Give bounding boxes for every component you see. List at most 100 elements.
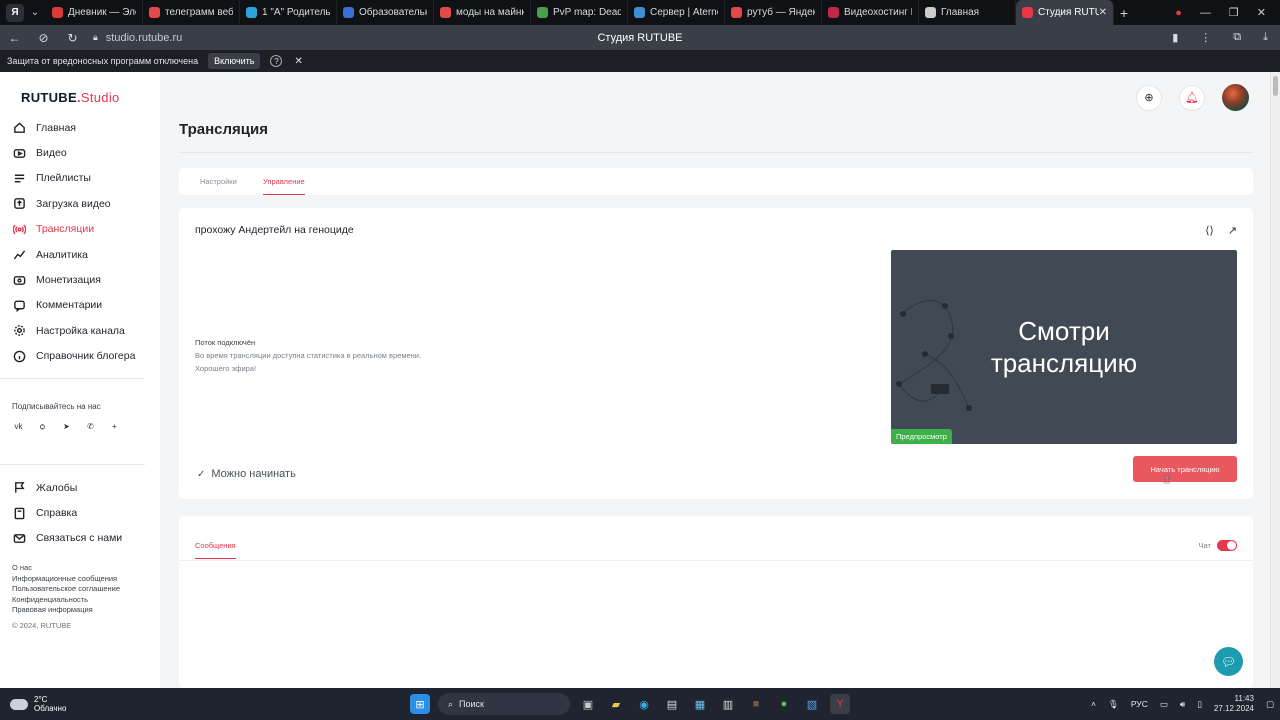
utorrent-icon[interactable]: ● [774, 694, 794, 714]
network-icon[interactable]: ▭ [1160, 699, 1168, 710]
minimize-icon[interactable]: — [1200, 7, 1211, 19]
language-indicator[interactable]: РУС [1131, 699, 1148, 709]
viber-icon[interactable]: ✆ [84, 420, 97, 433]
settings-icon [12, 324, 26, 338]
sidebar-item-монетизация[interactable]: Монетизация [0, 267, 160, 292]
footer-link[interactable]: О нас [12, 563, 120, 574]
sidebar-item-жалобы[interactable]: Жалобы [0, 475, 160, 500]
url-field[interactable]: studio.rutube.ru [106, 32, 182, 44]
microphone-icon[interactable]: 🎙︎ [1108, 699, 1119, 710]
browser-tab[interactable]: телеграмм веб [143, 0, 240, 25]
volume-icon[interactable]: 🔊︎ [1180, 699, 1185, 710]
calculator-icon[interactable]: ▥ [718, 694, 738, 714]
file-explorer-icon[interactable]: ▰ [606, 694, 626, 714]
tab-management[interactable]: Управление [263, 177, 305, 195]
stream-title: прохожу Андертейл на геноциде [195, 224, 354, 236]
favicon-icon [828, 7, 839, 18]
more-icon[interactable]: ⋮ [1200, 31, 1211, 44]
yandex-browser-icon[interactable]: Y [830, 694, 850, 714]
user-avatar[interactable] [1222, 84, 1249, 111]
sidebar-item-настройка-канала[interactable]: Настройка канала [0, 318, 160, 343]
tabs-dropdown-icon[interactable]: ⌄ [24, 2, 46, 24]
reload-icon[interactable]: ↻ [58, 31, 87, 45]
close-tab-icon[interactable]: ✕ [1099, 7, 1107, 18]
footer-link[interactable]: Пользовательское соглашение [12, 584, 120, 595]
close-warning-icon[interactable]: ✕ [294, 56, 302, 67]
restore-icon[interactable]: ❐ [1229, 6, 1239, 19]
notepad-icon[interactable]: ▦ [690, 694, 710, 714]
task-view-icon[interactable]: ▣ [578, 694, 598, 714]
favicon-icon [440, 7, 451, 18]
browser-tab[interactable]: Образовательн [337, 0, 434, 25]
tab-settings[interactable]: Настройки [200, 177, 237, 186]
enable-protection-button[interactable]: Включить [208, 53, 261, 69]
footer-link[interactable]: Правовая информация [12, 605, 120, 616]
extensions-icon[interactable]: ⧉ [1233, 31, 1241, 44]
sidebar-item-главная[interactable]: Главная [0, 115, 160, 140]
support-chat-icon[interactable]: 💬︎ [1214, 647, 1243, 676]
browser-tab[interactable]: Главная [919, 0, 1016, 25]
close-window-icon[interactable]: ✕ [1257, 6, 1266, 19]
browser-tab[interactable]: PvP map: Dead c [531, 0, 628, 25]
taskbar-search[interactable]: ⌕ Поиск [438, 693, 570, 715]
notification-center-icon[interactable]: ▢ [1266, 699, 1274, 710]
bookmark-icon[interactable]: ▮ [1172, 31, 1178, 44]
page-scrollbar[interactable] [1270, 72, 1280, 688]
notifications-bell-icon[interactable]: 🔔︎ [1179, 84, 1205, 111]
browser-tab[interactable]: рутуб — Яндекс [725, 0, 822, 25]
minecraft-icon[interactable]: ■ [746, 694, 766, 714]
sidebar-divider [0, 378, 145, 379]
app-icon[interactable]: ▧ [802, 694, 822, 714]
browser-tab[interactable]: 1 "А" Родитель [240, 0, 337, 25]
comments-icon [12, 298, 26, 312]
title-divider [179, 152, 1253, 153]
sidebar-item-аналитика[interactable]: Аналитика [0, 242, 160, 267]
sidebar-item-загрузка-видео[interactable]: Загрузка видео [0, 191, 160, 216]
back-icon[interactable]: ← [0, 31, 29, 45]
open-external-icon[interactable]: ↗ [1228, 224, 1237, 237]
start-stream-button[interactable]: Начать трансляцию [1133, 456, 1237, 482]
share-icon[interactable]: ⟨⟩ [1205, 224, 1214, 237]
sidebar-item-справочник-блогера[interactable]: Справочник блогера [0, 344, 160, 369]
tray-expand-icon[interactable]: ˄ [1091, 699, 1096, 709]
sidebar-item-комментарии[interactable]: Комментарии [0, 293, 160, 318]
sidebar-item-плейлисты[interactable]: Плейлисты [0, 166, 160, 191]
download-icon[interactable]: ⤓ [1263, 31, 1268, 44]
browser-tab[interactable]: Дневник — Эле [46, 0, 143, 25]
vk-icon[interactable]: vk [12, 420, 25, 433]
telegram-icon[interactable]: ➤ [60, 420, 73, 433]
page-title: Трансляция [179, 121, 268, 138]
yandex-home-icon[interactable]: ⊘ [29, 31, 58, 45]
browser-tab[interactable]: Видеохостинг R [822, 0, 919, 25]
sidebar-item-справка[interactable]: Справка [0, 500, 160, 525]
windows-start-icon[interactable]: ⊞ [410, 694, 430, 714]
battery-icon[interactable]: ▯ [1197, 699, 1202, 710]
browser-menu-icon[interactable]: Я [6, 3, 24, 22]
store-icon[interactable]: ▤ [662, 694, 682, 714]
weather-widget[interactable]: 2°C Облачно [0, 695, 66, 713]
chat-toggle[interactable] [1217, 540, 1237, 551]
help-icon[interactable]: ? [270, 55, 283, 67]
notifications-dot-icon[interactable]: ● [1175, 7, 1182, 19]
sidebar-item-label: Главная [36, 121, 76, 134]
system-tray: ˄ 🎙︎ РУС ▭ 🔊︎ ▯ 11:43 27.12.2024 ▢ [1091, 688, 1274, 720]
sidebar-item-трансляции[interactable]: Трансляции [0, 217, 160, 242]
ok-icon[interactable]: ѻ [36, 420, 49, 433]
sidebar-item-связаться-с-нами[interactable]: Связаться с нами [0, 526, 160, 551]
rutube-studio-logo[interactable]: RUTUBE.Studio [21, 90, 120, 105]
edge-icon[interactable]: ◉ [634, 694, 654, 714]
browser-tab[interactable]: Студия RUTUB✕ [1016, 0, 1114, 25]
stream-status: Поток подключён Во время трансляции дост… [195, 336, 421, 375]
sidebar-item-видео[interactable]: Видео [0, 140, 160, 165]
browser-tab[interactable]: моды на майнк [434, 0, 531, 25]
footer-link[interactable]: Конфиденциальность [12, 595, 120, 606]
browser-tab[interactable]: Сервер | Aterno [628, 0, 725, 25]
favicon-icon [52, 7, 63, 18]
tab-messages[interactable]: Сообщения [195, 541, 236, 559]
more-socials-icon[interactable]: + [108, 420, 121, 433]
clock[interactable]: 11:43 27.12.2024 [1214, 694, 1254, 714]
stream-preview[interactable]: Смотри трансляцию Предпросмотр [891, 250, 1237, 444]
footer-link[interactable]: Информационные сообщения [12, 574, 120, 585]
new-tab-icon[interactable]: + [1114, 5, 1134, 21]
add-content-icon[interactable]: ⊕ [1136, 84, 1162, 111]
